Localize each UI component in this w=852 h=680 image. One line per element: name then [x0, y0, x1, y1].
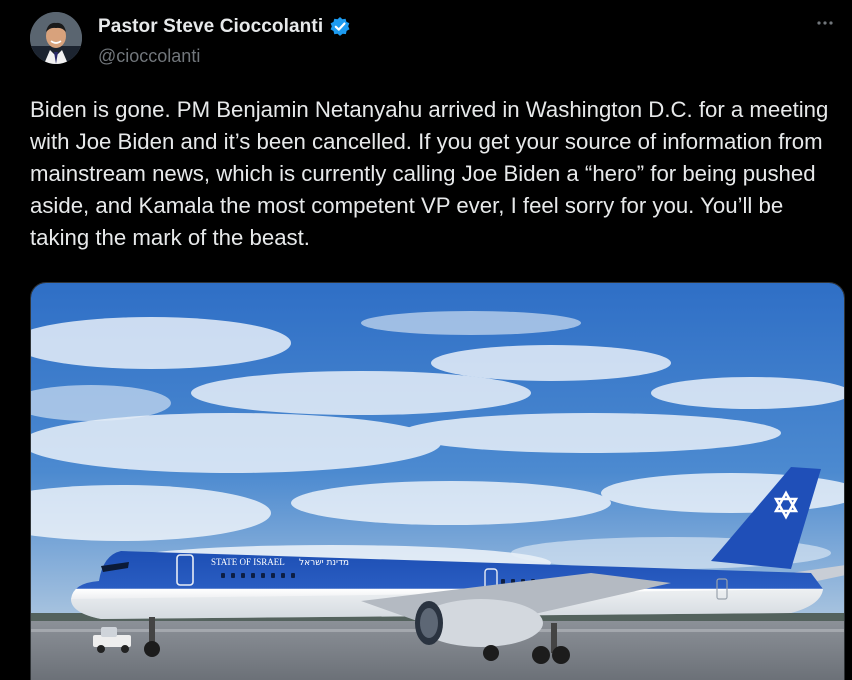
tweet-text: Biden is gone. PM Benjamin Netanyahu arr…	[30, 97, 829, 250]
author-handle[interactable]: @cioccolanti	[98, 46, 200, 67]
more-icon[interactable]	[810, 16, 840, 36]
tweet: Pastor Steve Cioccolanti @cioccolanti Bi…	[0, 0, 852, 680]
author-name-row: Pastor Steve Cioccolanti	[98, 16, 351, 38]
avatar[interactable]	[30, 12, 82, 64]
tweet-media-image[interactable]: STATE OF ISRAEL מדינת ישראל	[30, 282, 845, 680]
fuselage-text-hebrew: מדינת ישראל	[299, 558, 349, 568]
fuselage-text: STATE OF ISRAEL	[211, 557, 285, 567]
author-display-name[interactable]: Pastor Steve Cioccolanti	[98, 16, 323, 38]
verified-badge-icon	[329, 16, 351, 38]
